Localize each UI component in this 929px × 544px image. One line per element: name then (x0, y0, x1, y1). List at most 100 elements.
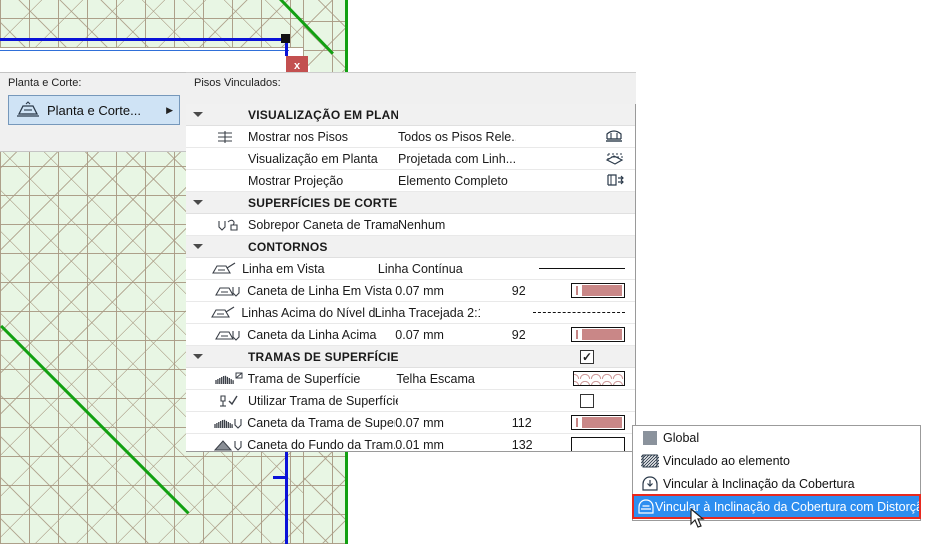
settings-row-pen-number: 92 (511, 327, 526, 342)
popup-menu-item[interactable]: Vinculado ao elemento (633, 449, 920, 472)
plan-section-button[interactable]: Planta e Corte... ▶ (8, 95, 180, 125)
settings-row[interactable]: Utilizar Trama de Superfície (186, 390, 635, 412)
settings-row-preview[interactable] (572, 371, 635, 386)
surface-fill-pen-icon (210, 414, 248, 432)
cad-wall-line-bottom (285, 452, 288, 544)
mouse-cursor-icon (690, 508, 705, 528)
settings-row-preview[interactable] (571, 283, 635, 298)
settings-row[interactable]: Linha em Vista Linha Contínua (186, 258, 635, 280)
uncut-line-pen-icon (210, 282, 248, 300)
settings-row-preview[interactable] (576, 126, 635, 147)
settings-row[interactable]: Linhas Acima do Nível de ...Linha Tracej… (186, 302, 635, 324)
checkbox-unchecked[interactable] (580, 393, 594, 408)
pen-color-swatch[interactable] (571, 283, 625, 298)
settings-section-header[interactable]: CONTORNOS (186, 236, 635, 258)
link-to-element-icon (637, 452, 663, 470)
settings-row-value[interactable]: Linha Contínua (378, 262, 485, 276)
linked-stories-label: Pisos Vinculados: (194, 77, 281, 89)
override-cut-fill-pen-icon (210, 216, 248, 234)
settings-row[interactable]: Caneta do Fundo da Tram... 0.01 mm 132 (186, 434, 635, 452)
pen-color-swatch[interactable] (571, 437, 625, 451)
settings-row-label: Caneta da Trama de Super... (247, 415, 396, 430)
settings-row-label: Caneta do Fundo da Tram... (247, 437, 396, 452)
settings-row-value[interactable]: Nenhum (398, 218, 516, 232)
triangle-down-icon[interactable] (186, 112, 210, 117)
settings-row-label: Utilizar Trama de Superfície (248, 393, 398, 408)
settings-row-label: TRAMAS DE SUPERFÍCIE (248, 349, 398, 364)
popup-menu-item-label: Global (663, 430, 700, 445)
settings-row-value[interactable]: Todos os Pisos Rele... (398, 130, 516, 144)
popup-menu-item[interactable]: Global (633, 426, 920, 449)
settings-row-preview[interactable] (576, 393, 635, 408)
settings-row-label: Linha em Vista (242, 261, 325, 276)
fill-orientation-popup-menu: Global Vinculado ao elemento Vincular à In… (632, 425, 929, 521)
settings-row-value[interactable]: Linha Tracejada 2:1 (375, 306, 480, 320)
triangle-down-icon[interactable] (186, 200, 210, 205)
pen-color-swatch[interactable] (571, 327, 625, 342)
show-projection-icon[interactable] (603, 170, 625, 191)
link-roof-pitch-distort-icon (637, 498, 655, 516)
settings-row-label: Caneta de Linha Em Vista (247, 283, 393, 298)
show-on-stories-icon (210, 128, 248, 146)
cad-wall-line-top (0, 38, 289, 41)
settings-row-pen-number: 112 (511, 415, 532, 430)
pen-color-swatch[interactable] (571, 415, 625, 430)
triangle-down-icon[interactable] (186, 244, 210, 249)
settings-row[interactable]: Caneta da Linha Acima 0.07 mm 92 (186, 324, 635, 346)
settings-row[interactable]: Mostrar nos Pisos Todos os Pisos Rele... (186, 126, 635, 148)
stories-range-icon[interactable] (603, 126, 625, 147)
settings-row[interactable]: Trama de Superfície Telha Escama (186, 368, 635, 390)
settings-section-header[interactable]: VISUALIZAÇÃO EM PLANTA (186, 104, 635, 126)
settings-row[interactable]: Sobrepor Caneta de Trama... Nenhum (186, 214, 635, 236)
settings-row[interactable]: Caneta de Linha Em Vista 0.07 mm 92 (186, 280, 635, 302)
settings-row-label: Caneta da Linha Acima (247, 327, 377, 342)
line-type-preview-dashed (533, 312, 625, 313)
settings-row-label: SUPERFÍCIES DE CORTE (248, 195, 398, 210)
plan-section-button-label: Planta e Corte... (47, 102, 141, 118)
settings-row-value[interactable]: 0.07 mm (395, 416, 511, 430)
settings-row-label: CONTORNOS (248, 239, 328, 254)
settings-row-preview[interactable] (571, 437, 635, 451)
global-lines-icon (637, 429, 663, 447)
settings-row-preview[interactable] (576, 148, 635, 169)
above-line-pen-icon (210, 326, 248, 344)
settings-row-preview[interactable]: ✓ (576, 349, 635, 364)
settings-row-value[interactable]: Telha Escama (396, 372, 513, 386)
settings-section-header[interactable]: SUPERFÍCIES DE CORTE (186, 192, 635, 214)
settings-row-value[interactable]: Projetada com Linh... (398, 152, 516, 166)
settings-row-preview[interactable] (571, 415, 635, 430)
settings-row-label: Sobrepor Caneta de Trama... (248, 217, 398, 232)
settings-row-value[interactable]: 0.07 mm (395, 328, 511, 342)
settings-row-preview[interactable] (576, 170, 635, 191)
settings-row-preview[interactable] (539, 268, 635, 269)
surface-fill-pattern-preview[interactable] (572, 371, 625, 386)
triangle-down-icon[interactable] (186, 354, 210, 359)
settings-row-label: Mostrar Projeção (248, 173, 344, 188)
settings-row[interactable]: Visualização em Planta Projetada com Linh… (186, 148, 635, 170)
settings-row-value[interactable]: Elemento Completo (398, 174, 516, 188)
projected-view-icon[interactable] (603, 148, 625, 169)
linked-stories-header: Pisos Vinculados: (186, 72, 636, 105)
settings-row-preview[interactable] (533, 312, 635, 313)
settings-row[interactable]: Caneta da Trama de Super... 0.07 mm 112 (186, 412, 635, 434)
settings-row[interactable]: Mostrar Projeção Elemento Completo (186, 170, 635, 192)
settings-row-value[interactable]: 0.01 mm (395, 438, 511, 452)
settings-row-preview[interactable] (571, 327, 635, 342)
settings-row-label: Linhas Acima do Nível de ... (241, 305, 374, 320)
above-line-icon (207, 304, 241, 322)
checkbox-checked[interactable]: ✓ (580, 349, 594, 364)
popup-menu-item[interactable]: Vincular à Inclinação da Cobertura (633, 472, 920, 495)
settings-row-value[interactable]: 0.07 mm (395, 284, 511, 298)
settings-row-label: Visualização em Planta (248, 151, 378, 166)
settings-row-pen-number: 92 (511, 283, 526, 298)
popup-menu-item[interactable]: Vincular à Inclinação da Cobertura com D… (632, 494, 929, 519)
line-type-preview-solid (539, 268, 625, 269)
settings-section-header[interactable]: TRAMAS DE SUPERFÍCIE ✓ (186, 346, 635, 368)
settings-list-panel: VISUALIZAÇÃO EM PLANTA Mostrar nos Pisos T… (186, 104, 636, 452)
popup-menu-item-label: Vincular à Inclinação da Cobertura (663, 476, 855, 491)
uncut-line-icon (208, 260, 242, 278)
cad-thin-line-top (0, 50, 289, 51)
fill-background-pen-icon (210, 436, 248, 452)
surface-fill-icon (210, 370, 248, 388)
cad-node-marker (281, 34, 290, 43)
